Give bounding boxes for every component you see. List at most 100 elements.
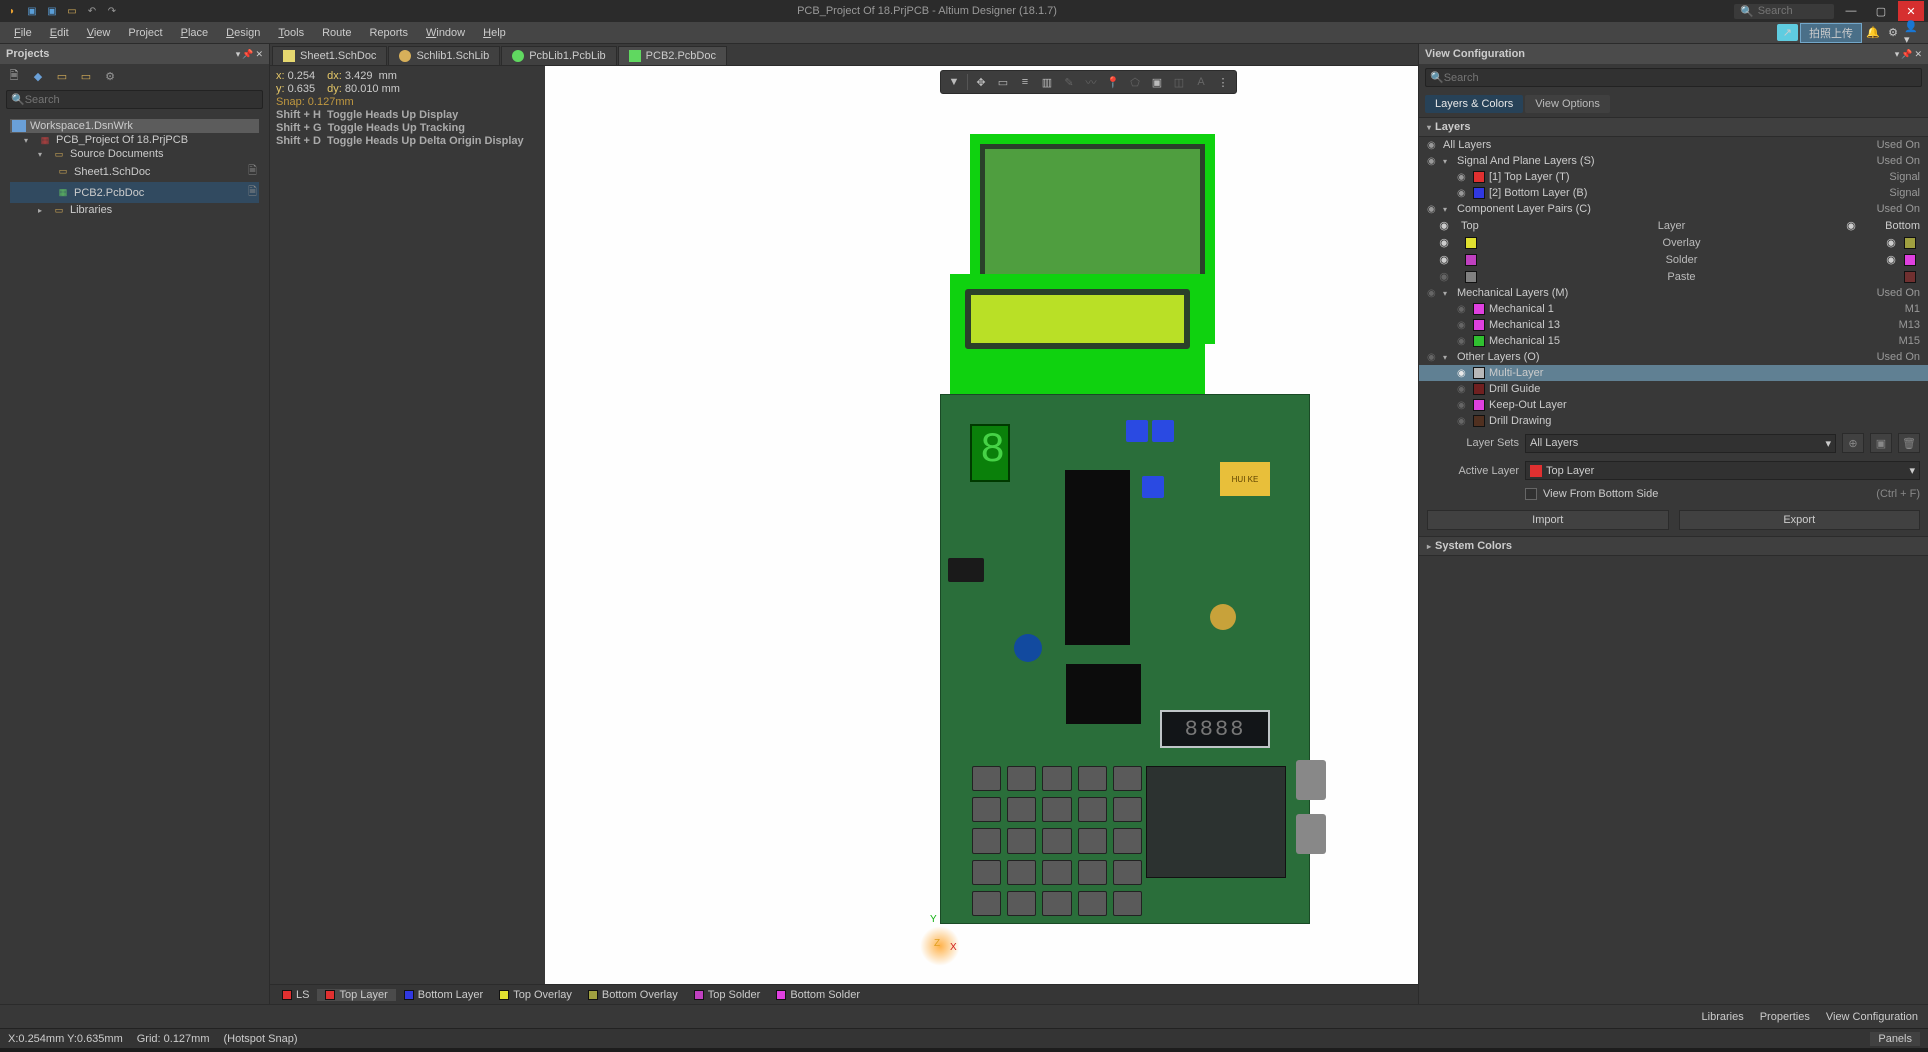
- active-layer-select[interactable]: Top Layer▾: [1525, 461, 1920, 480]
- tree-project[interactable]: ▾▦PCB_Project Of 18.PrjPCB: [10, 133, 259, 147]
- layer-sets-delete-icon[interactable]: 🗑: [1898, 433, 1920, 453]
- link-properties[interactable]: Properties: [1760, 1011, 1810, 1023]
- proj-btn-3[interactable]: ▭: [54, 68, 70, 84]
- link-view-config[interactable]: View Configuration: [1826, 1011, 1918, 1023]
- tree-sheet[interactable]: ▭Sheet1.SchDoc🗎: [10, 161, 259, 182]
- link-libraries[interactable]: Libraries: [1702, 1011, 1744, 1023]
- ls-bottom[interactable]: Bottom Layer: [396, 989, 491, 1001]
- vc-search[interactable]: 🔍: [1425, 68, 1922, 87]
- row-multi-layer[interactable]: ◉Multi-Layer: [1419, 365, 1928, 381]
- upload-button[interactable]: 拍照上传: [1800, 23, 1862, 43]
- row-signal-plane[interactable]: ◉▾Signal And Plane Layers (S)Used On: [1419, 153, 1928, 169]
- layer-sets-select[interactable]: All Layers▾: [1525, 434, 1836, 453]
- ab-move-icon[interactable]: ✥: [970, 72, 992, 92]
- row-m1[interactable]: ◉Mechanical 1M1: [1419, 301, 1928, 317]
- tab-schlib[interactable]: Schlib1.SchLib: [388, 46, 500, 65]
- ls-button[interactable]: LS: [274, 989, 317, 1001]
- menu-route[interactable]: Route: [314, 25, 359, 41]
- row-pair-solder[interactable]: ◉Solder◉: [1419, 251, 1928, 268]
- ab-select-icon[interactable]: ▭: [992, 72, 1014, 92]
- ab-highlight-icon[interactable]: ✎: [1058, 72, 1080, 92]
- menu-view[interactable]: View: [79, 25, 119, 41]
- ls-bottom-solder[interactable]: Bottom Solder: [768, 989, 868, 1001]
- save-all-icon[interactable]: ▣: [44, 3, 60, 19]
- ab-net-icon[interactable]: 〰: [1080, 72, 1102, 92]
- row-other[interactable]: ◉▾Other Layers (O)Used On: [1419, 349, 1928, 365]
- ab-snap-icon[interactable]: ▥: [1036, 72, 1058, 92]
- proj-btn-1[interactable]: 🗎: [6, 68, 22, 84]
- panels-button[interactable]: Panels: [1870, 1032, 1920, 1046]
- pcb-canvas[interactable]: ▼ ✥ ▭ ≡ ▥ ✎ 〰 📍 ⬠ ▣ ◫ A ⋮: [545, 66, 1418, 984]
- menu-help[interactable]: Help: [475, 25, 514, 41]
- open-icon[interactable]: ▭: [64, 3, 80, 19]
- tab-sheet1[interactable]: Sheet1.SchDoc: [272, 46, 387, 65]
- section-layers[interactable]: ▾Layers: [1419, 117, 1928, 137]
- ab-pin-icon[interactable]: 📍: [1102, 72, 1124, 92]
- save-icon[interactable]: ▣: [24, 3, 40, 19]
- vc-close-icon[interactable]: ✕: [1914, 49, 1922, 60]
- user-icon[interactable]: 👤▾: [1904, 24, 1922, 42]
- ls-top[interactable]: Top Layer: [317, 989, 395, 1001]
- share-button[interactable]: ↗: [1777, 24, 1798, 41]
- menu-reports[interactable]: Reports: [361, 25, 416, 41]
- ab-crop-icon[interactable]: ▣: [1146, 72, 1168, 92]
- layer-sets-save-icon[interactable]: ▣: [1870, 433, 1892, 453]
- ab-more-icon[interactable]: ⋮: [1212, 72, 1234, 92]
- tab-view-options[interactable]: View Options: [1525, 95, 1610, 113]
- row-keepout[interactable]: ◉Keep-Out Layer: [1419, 397, 1928, 413]
- ls-top-overlay[interactable]: Top Overlay: [491, 989, 580, 1001]
- vc-search-input[interactable]: [1444, 72, 1917, 84]
- proj-btn-4[interactable]: ▭: [78, 68, 94, 84]
- tab-layers-colors[interactable]: Layers & Colors: [1425, 95, 1523, 113]
- ls-top-solder[interactable]: Top Solder: [686, 989, 769, 1001]
- ab-align-icon[interactable]: ≡: [1014, 72, 1036, 92]
- row-mechanical[interactable]: ◉▾Mechanical Layers (M)Used On: [1419, 285, 1928, 301]
- section-system-colors[interactable]: ▸System Colors: [1419, 536, 1928, 556]
- ab-region-icon[interactable]: ⬠: [1124, 72, 1146, 92]
- panel-dropdown-icon[interactable]: ▾: [236, 49, 241, 60]
- proj-btn-2[interactable]: ◆: [30, 68, 46, 84]
- tab-pcblib[interactable]: PcbLib1.PcbLib: [501, 46, 616, 65]
- import-button[interactable]: Import: [1427, 510, 1669, 530]
- row-m15[interactable]: ◉Mechanical 15M15: [1419, 333, 1928, 349]
- menu-design[interactable]: Design: [218, 25, 268, 41]
- row-pair-overlay[interactable]: ◉Overlay◉: [1419, 234, 1928, 251]
- layer-sets-add-icon[interactable]: ⊕: [1842, 433, 1864, 453]
- row-pair-paste[interactable]: ◉Paste: [1419, 268, 1928, 285]
- notification-icon[interactable]: 🔔: [1864, 24, 1882, 42]
- projects-search[interactable]: 🔍: [6, 90, 263, 109]
- global-search-input[interactable]: [1758, 5, 1828, 17]
- menu-file[interactable]: FFileile: [6, 25, 40, 41]
- ls-bottom-overlay[interactable]: Bottom Overlay: [580, 989, 686, 1001]
- panel-close-icon[interactable]: ✕: [255, 49, 263, 60]
- tree-source-docs[interactable]: ▾▭Source Documents: [10, 147, 259, 161]
- ab-text-icon[interactable]: A: [1190, 72, 1212, 92]
- projects-search-input[interactable]: [25, 94, 258, 106]
- settings-icon[interactable]: ⚙: [1884, 24, 1902, 42]
- tree-pcb[interactable]: ▦PCB2.PcbDoc🗎: [10, 182, 259, 203]
- vc-pin-icon[interactable]: 📌: [1901, 49, 1912, 60]
- row-drill-guide[interactable]: ◉Drill Guide: [1419, 381, 1928, 397]
- menu-edit[interactable]: Edit: [42, 25, 77, 41]
- global-search[interactable]: 🔍: [1734, 4, 1834, 19]
- view-bottom-checkbox[interactable]: [1525, 488, 1537, 500]
- menu-place[interactable]: Place: [173, 25, 217, 41]
- row-drill-drawing[interactable]: ◉Drill Drawing: [1419, 413, 1928, 429]
- proj-btn-5[interactable]: ⚙: [102, 68, 118, 84]
- row-bottom-layer[interactable]: ◉[2] Bottom Layer (B)Signal: [1419, 185, 1928, 201]
- redo-icon[interactable]: ↷: [104, 3, 120, 19]
- row-all-layers[interactable]: ◉All LayersUsed On: [1419, 137, 1928, 153]
- export-button[interactable]: Export: [1679, 510, 1921, 530]
- close-button[interactable]: ✕: [1898, 1, 1924, 21]
- menu-window[interactable]: Window: [418, 25, 473, 41]
- menu-tools[interactable]: Tools: [270, 25, 312, 41]
- undo-icon[interactable]: ↶: [84, 3, 100, 19]
- vc-dropdown-icon[interactable]: ▾: [1895, 49, 1900, 60]
- tab-pcb2[interactable]: PCB2.PcbDoc: [618, 46, 727, 65]
- tree-libraries[interactable]: ▸▭Libraries: [10, 203, 259, 217]
- minimize-button[interactable]: —: [1838, 1, 1864, 21]
- filter-icon[interactable]: ▼: [943, 72, 965, 92]
- panel-pin-icon[interactable]: 📌: [242, 49, 253, 60]
- tree-workspace[interactable]: Workspace1.DsnWrk: [10, 119, 259, 133]
- row-top-layer[interactable]: ◉[1] Top Layer (T)Signal: [1419, 169, 1928, 185]
